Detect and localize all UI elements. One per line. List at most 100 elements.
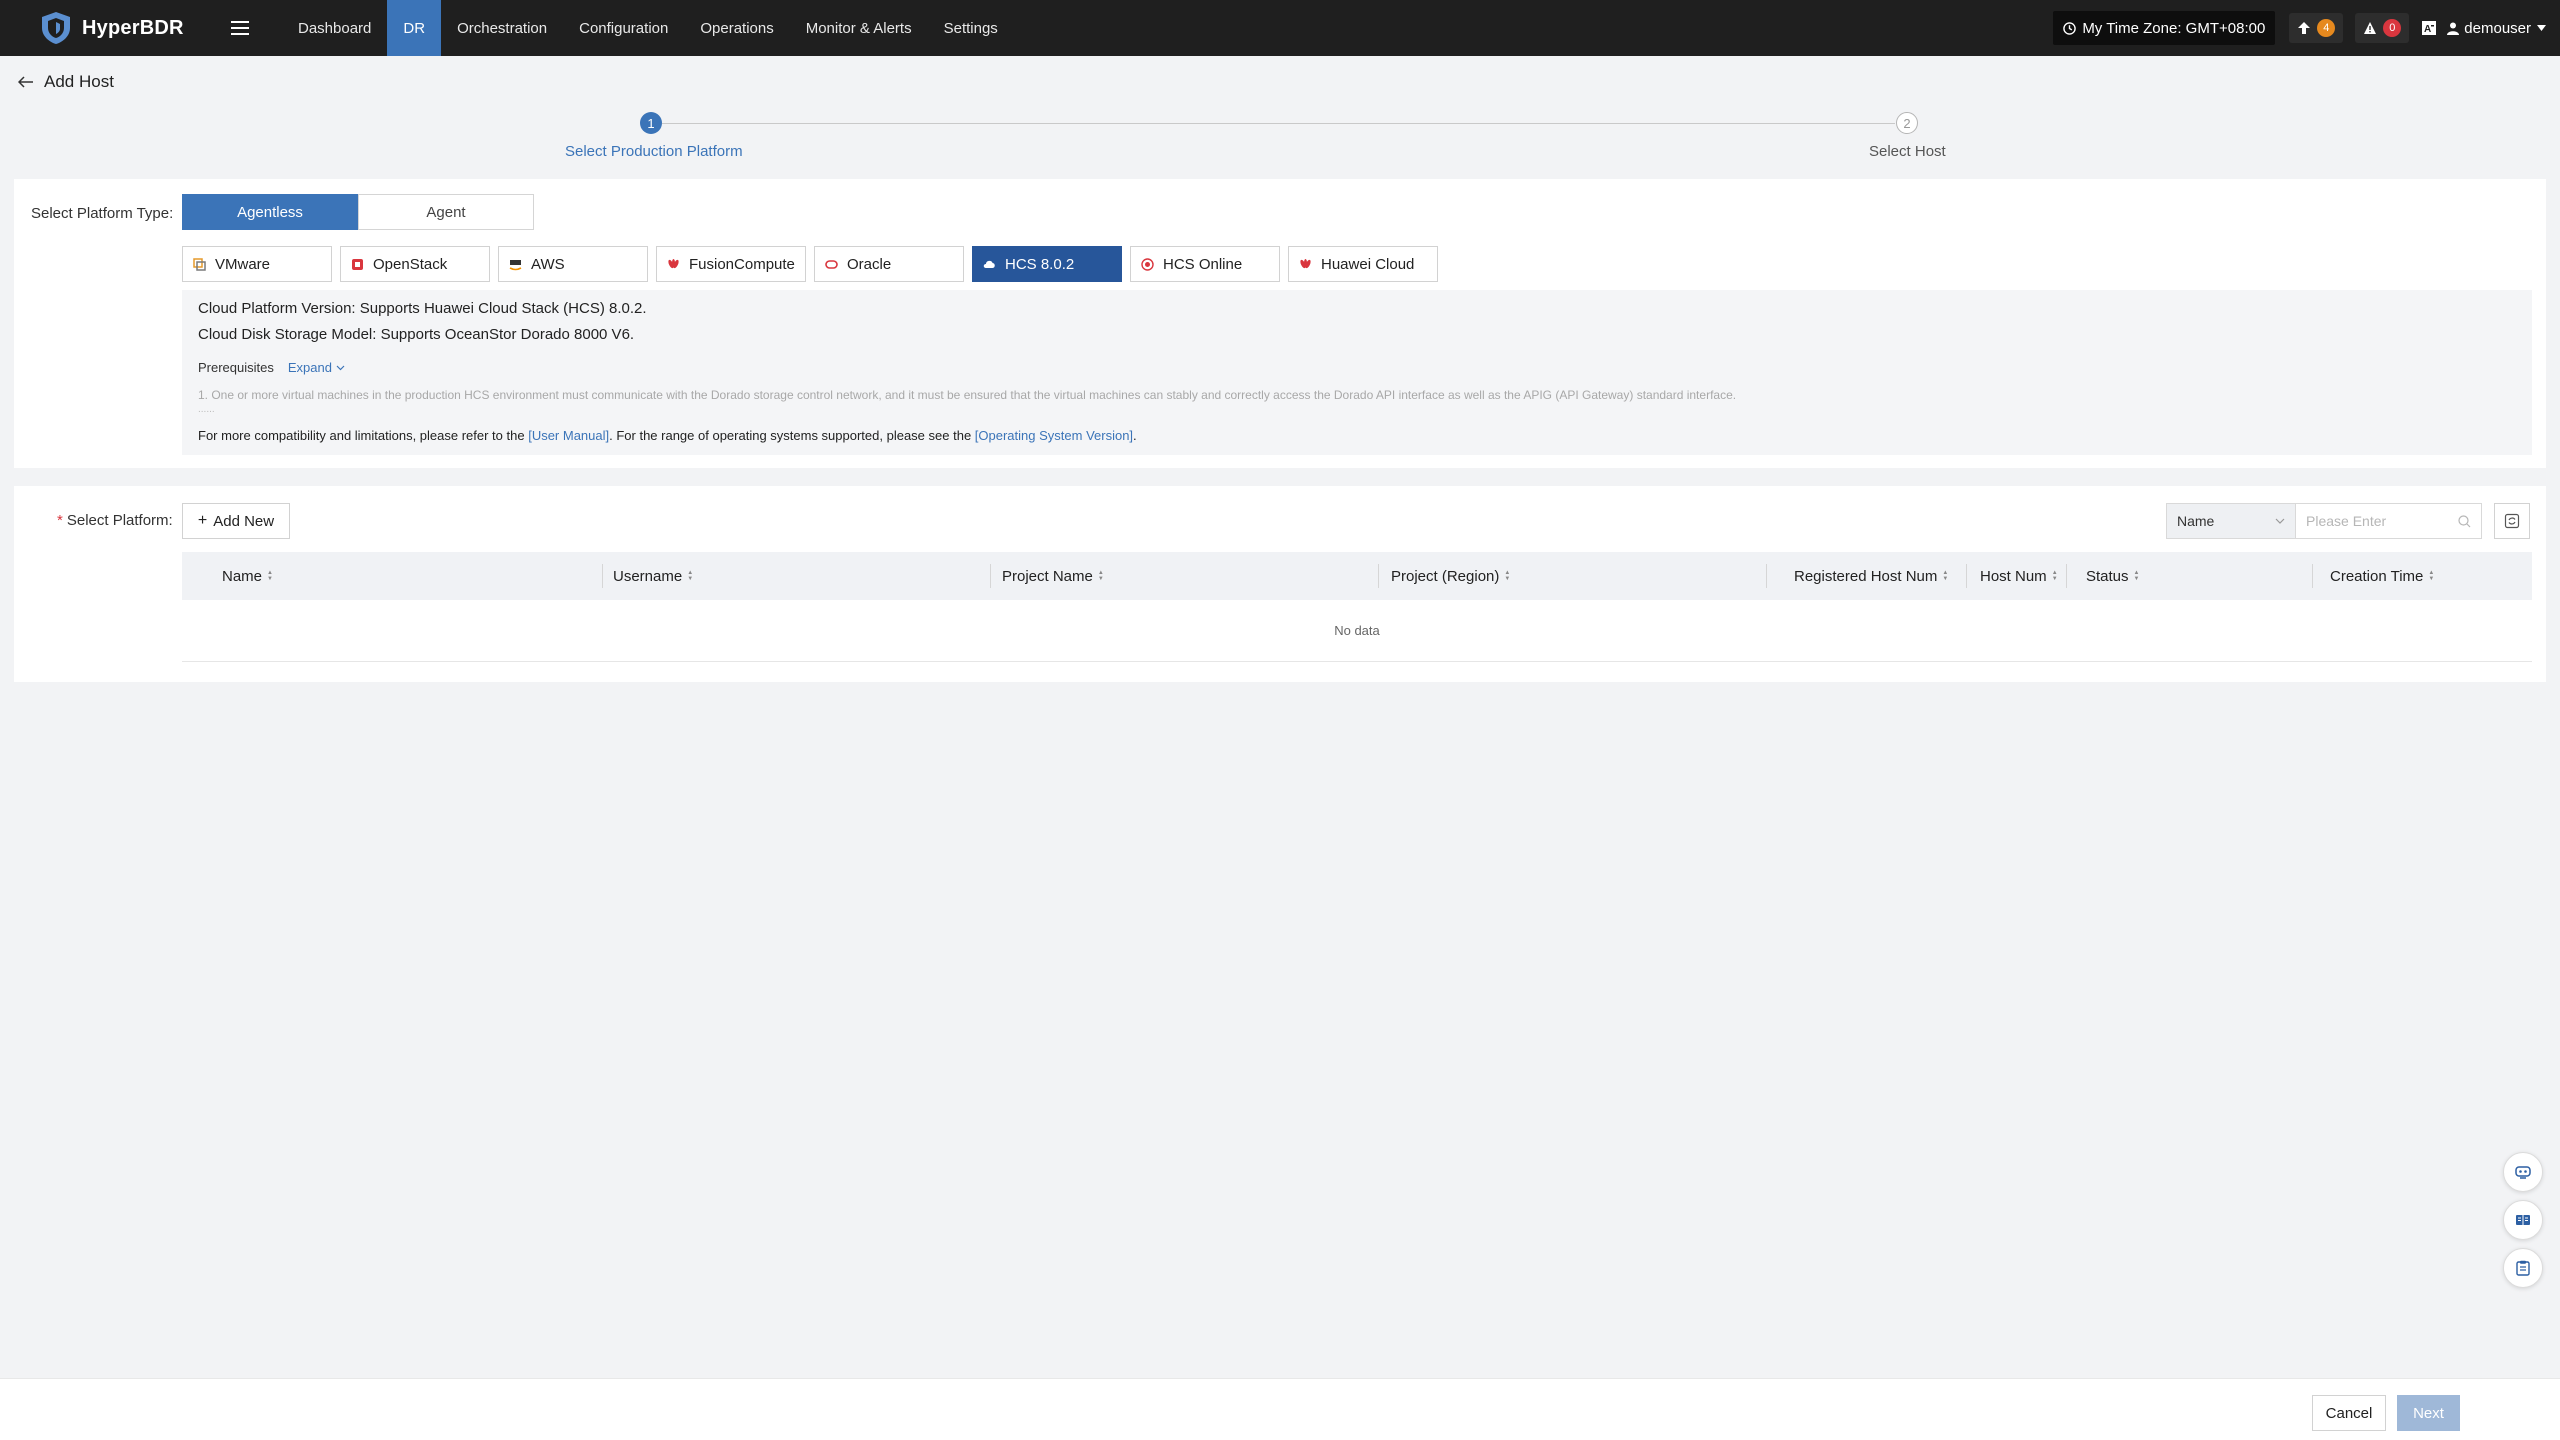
nav-operations[interactable]: Operations bbox=[684, 0, 789, 56]
col-creation-time[interactable]: Creation Time ▲ ▼ bbox=[2330, 552, 2434, 600]
column-divider bbox=[990, 564, 991, 588]
menu-toggle-icon[interactable] bbox=[220, 8, 260, 48]
next-button[interactable]: Next bbox=[2397, 1395, 2460, 1431]
col-label: Name bbox=[222, 567, 263, 585]
table-empty-state: No data bbox=[182, 600, 2532, 662]
hyperbdr-logo-icon bbox=[42, 12, 70, 44]
user-manual-link[interactable]: [User Manual] bbox=[528, 428, 609, 443]
nav-monitor-alerts[interactable]: Monitor & Alerts bbox=[790, 0, 928, 56]
clock-icon bbox=[2063, 21, 2077, 35]
user-menu[interactable]: demouser bbox=[2447, 20, 2546, 37]
col-project-name[interactable]: Project Name ▲ ▼ bbox=[1002, 552, 1104, 600]
col-label: Host Num bbox=[1980, 567, 2047, 585]
sort-icon: ▲ ▼ bbox=[687, 570, 694, 582]
language-icon[interactable]: A bbox=[2421, 20, 2437, 36]
step-1-label: Select Production Platform bbox=[565, 143, 743, 160]
column-divider bbox=[1966, 564, 1967, 588]
ref-suffix-text: . bbox=[1133, 428, 1137, 443]
col-label: Registered Host Num bbox=[1794, 567, 1938, 585]
robot-icon bbox=[2515, 1166, 2531, 1179]
guide-button[interactable] bbox=[2503, 1200, 2543, 1240]
filter-field-select[interactable]: Name bbox=[2166, 503, 2296, 539]
alerts-button[interactable]: 0 bbox=[2355, 13, 2410, 43]
col-registered-host-num[interactable]: Registered Host Num ▲ ▼ bbox=[1794, 552, 1948, 600]
platform-vmware[interactable]: VMware bbox=[182, 246, 332, 282]
platform-type-panel: Select Platform Type: Agentless Agent VM… bbox=[14, 179, 2546, 468]
timezone-selector[interactable]: My Time Zone: GMT+08:00 bbox=[2053, 11, 2276, 45]
nav-dashboard[interactable]: Dashboard bbox=[282, 0, 387, 56]
platform-label: VMware bbox=[215, 255, 271, 273]
main-nav: Dashboard DR Orchestration Configuration… bbox=[282, 0, 1014, 56]
page-header: Add Host bbox=[18, 72, 114, 92]
col-username[interactable]: Username ▲ ▼ bbox=[613, 552, 693, 600]
timezone-text: My Time Zone: GMT+08:00 bbox=[2082, 19, 2266, 37]
select-platform-panel: * Select Platform: + Add New Name Please … bbox=[14, 486, 2546, 682]
platform-aws[interactable]: AWS bbox=[498, 246, 648, 282]
platform-hcs-802[interactable]: HCS 8.0.2 bbox=[972, 246, 1122, 282]
prerequisites-label: Prerequisites bbox=[198, 360, 274, 375]
col-project-region[interactable]: Project (Region) ▲ ▼ bbox=[1391, 552, 1510, 600]
sort-icon: ▲ ▼ bbox=[2428, 570, 2435, 582]
platform-table: Name ▲ ▼ Username ▲ ▼ Project Name ▲ ▼ Project… bbox=[182, 552, 2532, 662]
column-divider bbox=[602, 564, 603, 588]
column-divider bbox=[1766, 564, 1767, 588]
platform-label: HCS 8.0.2 bbox=[1005, 255, 1075, 273]
cancel-button[interactable]: Cancel bbox=[2312, 1395, 2386, 1431]
vmware-icon bbox=[193, 257, 206, 271]
openstack-icon bbox=[352, 258, 363, 270]
nav-dr[interactable]: DR bbox=[387, 0, 442, 56]
platform-info-box: Cloud Platform Version: Supports Huawei … bbox=[182, 290, 2532, 455]
nav-orchestration[interactable]: Orchestration bbox=[441, 0, 563, 56]
required-asterisk: * bbox=[57, 512, 63, 529]
prerequisite-note: 1. One or more virtual machines in the p… bbox=[198, 388, 1737, 402]
agent-option[interactable]: Agent bbox=[358, 194, 534, 230]
refresh-icon bbox=[2504, 513, 2520, 529]
col-host-num[interactable]: Host Num ▲ ▼ bbox=[1980, 552, 2058, 600]
nav-settings[interactable]: Settings bbox=[928, 0, 1014, 56]
warning-icon bbox=[2364, 22, 2377, 34]
chatbot-button[interactable] bbox=[2503, 1152, 2543, 1192]
aws-icon bbox=[509, 259, 522, 270]
platform-hcs-online[interactable]: HCS Online bbox=[1130, 246, 1280, 282]
app-name: HyperBDR bbox=[82, 16, 184, 39]
platform-label: FusionCompute bbox=[689, 255, 795, 273]
clipboard-button[interactable] bbox=[2503, 1248, 2543, 1288]
platform-oracle[interactable]: Oracle bbox=[814, 246, 964, 282]
platform-openstack[interactable]: OpenStack bbox=[340, 246, 490, 282]
upload-tasks-button[interactable]: 4 bbox=[2289, 13, 2344, 43]
step-2-label: Select Host bbox=[1869, 143, 1946, 160]
search-input[interactable]: Please Enter bbox=[2296, 503, 2482, 539]
back-arrow-icon[interactable] bbox=[18, 76, 34, 88]
add-new-button[interactable]: + Add New bbox=[182, 503, 290, 539]
platform-label: Oracle bbox=[847, 255, 892, 273]
refresh-button[interactable] bbox=[2494, 503, 2530, 539]
oracle-icon bbox=[825, 259, 838, 269]
col-label: Username bbox=[613, 567, 683, 585]
select-platform-label: * Select Platform: bbox=[57, 512, 173, 529]
sort-icon: ▲ ▼ bbox=[267, 570, 273, 582]
expand-link[interactable]: Expand bbox=[288, 360, 345, 375]
platform-fusioncompute[interactable]: FusionCompute bbox=[656, 246, 806, 282]
sort-icon: ▲ ▼ bbox=[1504, 570, 1511, 582]
nav-configuration[interactable]: Configuration bbox=[563, 0, 684, 56]
platform-type-toggle: Agentless Agent bbox=[182, 194, 534, 230]
storage-model-text: Cloud Disk Storage Model: Supports Ocean… bbox=[198, 326, 635, 343]
table-header: Name ▲ ▼ Username ▲ ▼ Project Name ▲ ▼ Project… bbox=[182, 552, 2532, 600]
platform-huawei-cloud[interactable]: Huawei Cloud bbox=[1288, 246, 1438, 282]
note-ellipsis: ...... bbox=[198, 404, 215, 415]
expand-label: Expand bbox=[287, 360, 332, 375]
column-divider bbox=[2312, 564, 2313, 588]
agentless-option[interactable]: Agentless bbox=[182, 194, 358, 230]
caret-down-icon bbox=[2537, 25, 2546, 31]
compatibility-reference: For more compatibility and limitations, … bbox=[198, 428, 1137, 443]
top-navbar: HyperBDR Dashboard DR Orchestration Conf… bbox=[0, 0, 2560, 56]
search-filter: Name Please Enter bbox=[2166, 503, 2482, 539]
step-2-indicator: 2 bbox=[1896, 112, 1918, 134]
app-logo[interactable]: HyperBDR bbox=[38, 10, 208, 46]
os-version-link[interactable]: [Operating System Version] bbox=[975, 428, 1133, 443]
prerequisites-row: Prerequisites Expand bbox=[198, 360, 345, 375]
col-status[interactable]: Status ▲ ▼ bbox=[2086, 552, 2139, 600]
platform-list: VMware OpenStack AWS FusionCompute Oracl… bbox=[182, 246, 1446, 282]
username: demouser bbox=[2464, 19, 2531, 37]
col-name[interactable]: Name ▲ ▼ bbox=[222, 552, 273, 600]
